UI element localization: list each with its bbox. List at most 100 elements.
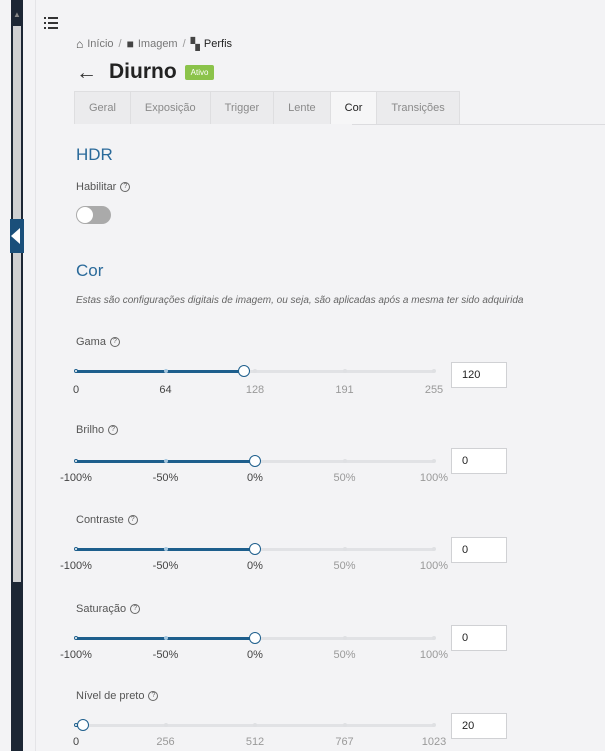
- slider-tick: [342, 723, 347, 727]
- scale-label: 256: [156, 736, 175, 748]
- scale-label: -100%: [60, 560, 92, 572]
- scale-label: 64: [159, 384, 172, 396]
- scale-label: 0: [72, 736, 80, 748]
- collapse-sidebar-button[interactable]: [10, 219, 24, 253]
- slider-label: Brilho?: [76, 424, 119, 436]
- help-icon[interactable]: ?: [127, 515, 138, 525]
- tab-trigger[interactable]: Trigger: [209, 91, 275, 124]
- slider-label-text: Nível de preto: [76, 690, 145, 702]
- gama-input[interactable]: 120: [451, 362, 507, 388]
- slider-fill: [76, 370, 245, 373]
- contraste-input[interactable]: 0: [451, 537, 507, 563]
- breadcrumb: ⌂ Início / ■ Imagem / ▚ Perfis: [76, 37, 232, 51]
- slider-tick: [163, 547, 168, 551]
- tab-transicoes[interactable]: Transições: [376, 91, 460, 124]
- scale-label: 1023: [421, 736, 447, 748]
- status-badge: Ativo: [184, 64, 215, 80]
- slider-label: Nível de preto?: [76, 690, 159, 702]
- slider-thumb[interactable]: [249, 455, 261, 467]
- scale-label: 50%: [333, 560, 356, 572]
- scale-label: -50%: [152, 560, 179, 572]
- chevron-left-icon: [11, 228, 20, 244]
- slider-tick: [163, 369, 168, 373]
- gama-scale: 0 64 128 191 255: [72, 384, 443, 398]
- help-icon[interactable]: ?: [148, 691, 159, 701]
- slider-tick: [74, 547, 78, 551]
- saturacao-scale: -100% -50% 0% 50% 100%: [60, 649, 448, 663]
- tab-bar: Geral Exposição Trigger Lente Cor Transi…: [74, 91, 460, 124]
- saturacao-slider[interactable]: [74, 632, 436, 644]
- cor-description: Estas são configurações digitais de imag…: [76, 295, 524, 306]
- scale-label: 50%: [333, 472, 356, 484]
- brilho-slider[interactable]: [74, 455, 436, 467]
- tabs-baseline: [352, 124, 605, 125]
- slider-label: Saturação?: [76, 603, 141, 615]
- nivel-preto-input[interactable]: 20: [451, 713, 507, 739]
- breadcrumb-image[interactable]: Imagem: [138, 38, 178, 50]
- slider-thumb[interactable]: [249, 543, 261, 555]
- camera-icon: ■: [126, 37, 134, 51]
- scale-label: 767: [335, 736, 354, 748]
- scale-label: -100%: [60, 649, 92, 661]
- help-icon[interactable]: ?: [120, 182, 131, 192]
- slider-tick: [74, 459, 78, 463]
- brilho-scale: -100% -50% 0% 50% 100%: [60, 472, 448, 486]
- help-icon[interactable]: ?: [130, 604, 141, 614]
- saturacao-input[interactable]: 0: [451, 625, 507, 651]
- tab-lente[interactable]: Lente: [273, 91, 331, 124]
- slider-tick: [163, 636, 168, 640]
- breadcrumb-separator: /: [182, 38, 186, 50]
- slider-thumb[interactable]: [77, 719, 90, 731]
- slider-tick: [342, 459, 347, 463]
- slider-tick: [432, 547, 436, 551]
- page-title: Diurno: [109, 60, 177, 83]
- scale-label: 128: [245, 384, 265, 396]
- nivel-preto-slider[interactable]: [74, 719, 436, 731]
- scale-label: 0%: [247, 560, 263, 572]
- scale-label: 100%: [419, 560, 449, 572]
- toggle-knob[interactable]: [77, 207, 93, 223]
- contraste-slider[interactable]: [74, 543, 436, 555]
- scale-label: 0%: [247, 472, 263, 484]
- slider-thumb[interactable]: [238, 365, 251, 377]
- breadcrumb-separator: /: [118, 38, 122, 50]
- help-icon[interactable]: ?: [108, 425, 119, 435]
- breadcrumb-current: Perfis: [203, 38, 233, 50]
- help-icon[interactable]: ?: [109, 337, 120, 347]
- contraste-scale: -100% -50% 0% 50% 100%: [60, 560, 448, 574]
- title-row: ← Diurno Ativo: [76, 60, 215, 84]
- tab-geral[interactable]: Geral: [74, 91, 131, 124]
- tab-cor[interactable]: Cor: [329, 91, 378, 124]
- scale-label: 255: [424, 384, 444, 396]
- scale-label: -100%: [60, 472, 92, 484]
- scale-label: 0: [72, 384, 80, 396]
- scale-label: 100%: [419, 649, 449, 661]
- slider-tick: [342, 369, 347, 373]
- slider-label: Gama?: [76, 336, 120, 348]
- menu-list-icon[interactable]: [44, 17, 58, 29]
- breadcrumb-home[interactable]: Início: [87, 38, 113, 50]
- slider-tick: [432, 723, 436, 727]
- slider-thumb[interactable]: [249, 632, 261, 644]
- slider-label: Contraste?: [76, 514, 138, 526]
- slider-tick: [253, 723, 257, 727]
- brilho-input[interactable]: 0: [451, 448, 507, 474]
- scroll-up-icon[interactable]: ▲: [13, 10, 21, 20]
- scrollbar-thumb[interactable]: [13, 26, 21, 582]
- hdr-enable-toggle[interactable]: [76, 206, 111, 224]
- scale-label: 0%: [247, 649, 263, 661]
- back-arrow-icon[interactable]: ←: [76, 62, 97, 83]
- gama-slider[interactable]: [74, 365, 436, 377]
- scale-label: -50%: [152, 649, 179, 661]
- slider-tick: [342, 636, 347, 640]
- nivel-preto-scale: 0 256 512 767 1023: [72, 736, 446, 750]
- scale-label: 100%: [419, 472, 449, 484]
- slider-tick: [432, 369, 436, 373]
- slider-tick: [342, 547, 347, 551]
- slider-tick: [163, 459, 168, 463]
- slider-tick: [74, 636, 78, 640]
- left-edge: [0, 0, 10, 751]
- tab-exposicao[interactable]: Exposição: [129, 91, 211, 124]
- scale-label: -50%: [152, 472, 179, 484]
- slider-tick: [74, 369, 78, 373]
